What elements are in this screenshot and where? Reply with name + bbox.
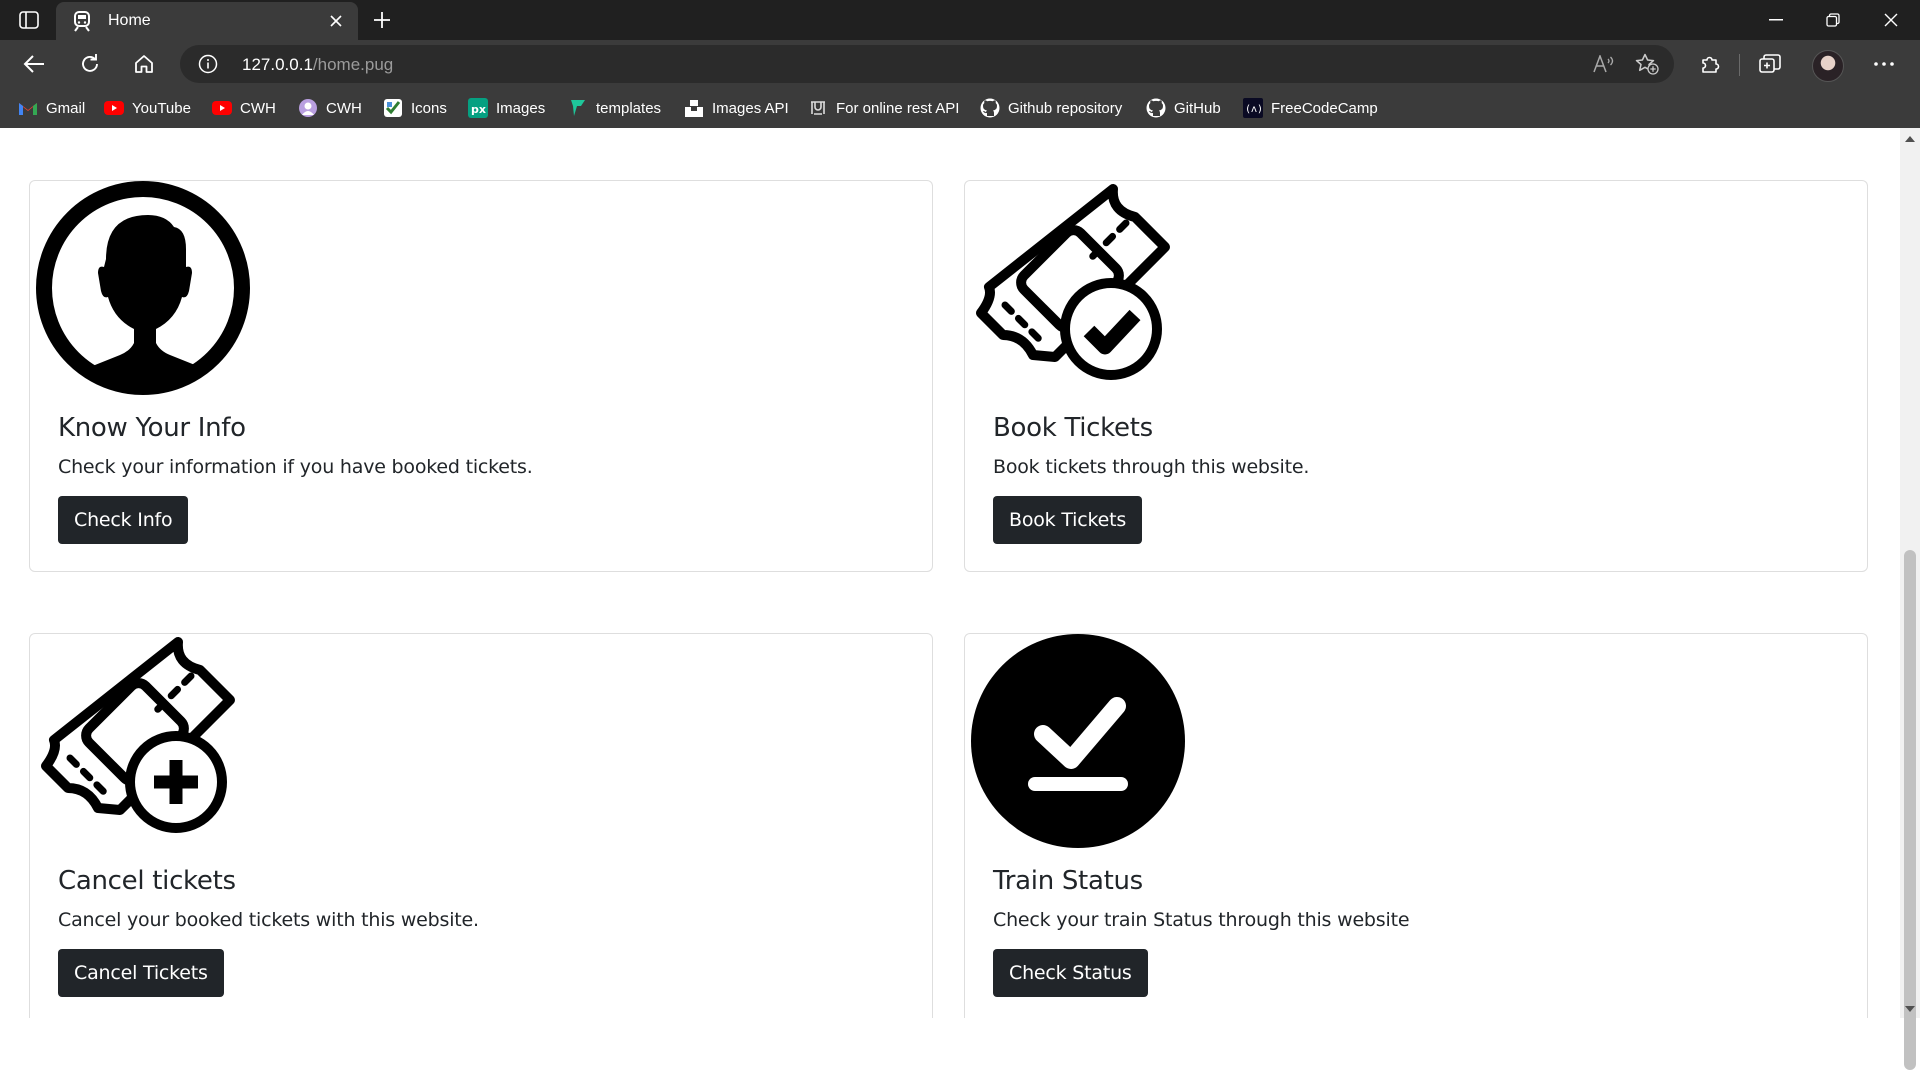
bookmark-label: Images API	[712, 99, 789, 117]
bookmark-label: Images	[496, 99, 546, 117]
bookmark-label: FreeCodeCamp	[1271, 99, 1378, 117]
bookmark-label: YouTube	[132, 99, 191, 117]
book-tickets-button[interactable]: Book Tickets	[993, 496, 1143, 544]
browser-toolbar: 127.0.0.1/home.pug	[0, 40, 1920, 88]
bookmark-templates[interactable]: templates	[568, 96, 661, 120]
card-know-your-info: Know Your Info Check your information if…	[29, 180, 933, 572]
card-title: Train Status	[993, 866, 1143, 896]
status-check-icon	[971, 634, 1185, 848]
more-options-icon[interactable]	[1866, 48, 1902, 80]
url-host: 127.0.0.1	[242, 55, 313, 74]
collections-icon[interactable]	[1752, 48, 1788, 80]
check-info-button[interactable]: Check Info	[58, 496, 189, 544]
rest-api-icon	[808, 98, 828, 118]
card-book-tickets: Book Tickets Book tickets through this w…	[964, 180, 1868, 572]
tab-home[interactable]: Home	[56, 2, 358, 40]
tab-title: Home	[108, 12, 151, 29]
gmail-icon	[18, 98, 38, 118]
card-cancel-tickets: Cancel tickets Cancel your booked ticket…	[29, 633, 933, 1018]
bookmark-label: GitHub	[1174, 99, 1221, 117]
bookmark-images[interactable]: px Images	[468, 96, 545, 120]
close-tab-icon[interactable]	[326, 11, 346, 31]
card-title: Cancel tickets	[58, 866, 236, 896]
site-info-icon[interactable]	[198, 54, 218, 74]
svg-text:px: px	[471, 103, 486, 116]
ticket-check-icon	[976, 184, 1170, 380]
check-status-button[interactable]: Check Status	[993, 949, 1148, 997]
github-icon	[980, 98, 1000, 118]
read-aloud-icon[interactable]	[1592, 53, 1616, 75]
toolbar-divider	[1739, 54, 1740, 76]
pexels-icon: px	[468, 98, 488, 118]
new-tab-icon[interactable]	[368, 6, 396, 34]
card-text: Check your information if you have booke…	[58, 456, 533, 478]
ticket-add-icon	[41, 637, 235, 833]
add-favorite-icon[interactable]	[1634, 52, 1660, 76]
extensions-icon[interactable]	[1692, 48, 1728, 80]
home-icon[interactable]	[126, 48, 162, 80]
freecodecamp-icon: (ʌ)	[1243, 98, 1263, 118]
cwh-icon	[298, 98, 318, 118]
icons-site-icon	[383, 98, 403, 118]
bookmarks-bar: Gmail YouTube CWH CWH Icons px Images te…	[0, 88, 1920, 128]
tab-actions-icon[interactable]	[14, 8, 44, 32]
github-icon	[1146, 98, 1166, 118]
bookmark-gmail[interactable]: Gmail	[18, 96, 85, 120]
bookmark-label: Github repository	[1008, 99, 1123, 117]
user-profile-icon	[36, 181, 250, 395]
minimize-icon[interactable]	[1753, 0, 1799, 40]
card-title: Book Tickets	[993, 413, 1153, 443]
close-window-icon[interactable]	[1868, 0, 1914, 40]
templates-icon	[568, 98, 588, 118]
bookmark-github-repository[interactable]: Github repository	[980, 96, 1122, 120]
page-scrollbar[interactable]	[1900, 128, 1920, 1070]
bookmark-rest-api[interactable]: For online rest API	[808, 96, 959, 120]
card-train-status: Train Status Check your train Status thr…	[964, 633, 1868, 1018]
bookmark-youtube[interactable]: YouTube	[104, 96, 191, 120]
bookmark-label: For online rest API	[836, 99, 960, 117]
url-path: /home.pug	[312, 55, 394, 74]
scroll-down-arrow-icon[interactable]	[1905, 1006, 1915, 1012]
bookmark-label: Gmail	[46, 99, 86, 117]
scroll-up-arrow-icon[interactable]	[1905, 136, 1915, 142]
refresh-icon[interactable]	[72, 48, 108, 80]
tab-strip: Home	[0, 0, 1920, 40]
bookmark-label: CWH	[240, 99, 276, 117]
train-favicon-icon	[70, 9, 94, 33]
card-title: Know Your Info	[58, 413, 246, 443]
profile-avatar[interactable]	[1812, 50, 1844, 82]
unsplash-icon	[684, 98, 704, 118]
bookmark-images-api[interactable]: Images API	[684, 96, 789, 120]
card-text: Cancel your booked tickets with this web…	[58, 909, 479, 931]
youtube-icon	[104, 98, 124, 118]
svg-text:(ʌ): (ʌ)	[1245, 104, 1263, 115]
bookmark-github[interactable]: GitHub	[1146, 96, 1221, 120]
url-text[interactable]: 127.0.0.1/home.pug	[242, 55, 393, 75]
bookmark-cwh-2[interactable]: CWH	[298, 96, 362, 120]
card-text: Check your train Status through this web…	[993, 909, 1410, 931]
bookmark-label: CWH	[326, 99, 362, 117]
cancel-tickets-button[interactable]: Cancel Tickets	[58, 949, 224, 997]
bookmark-label: templates	[596, 99, 662, 117]
scrollbar-thumb[interactable]	[1904, 550, 1916, 1070]
bookmark-cwh[interactable]: CWH	[212, 96, 276, 120]
restore-icon[interactable]	[1810, 0, 1856, 40]
page-viewport: Know Your Info Check your information if…	[0, 128, 1900, 1018]
youtube-icon	[212, 98, 232, 118]
bookmark-label: Icons	[411, 99, 447, 117]
address-bar[interactable]: 127.0.0.1/home.pug	[180, 45, 1674, 83]
back-arrow-icon[interactable]	[16, 48, 52, 80]
bookmark-icons[interactable]: Icons	[383, 96, 447, 120]
card-text: Book tickets through this website.	[993, 456, 1310, 478]
browser-chrome: Home 127.0.0.1/home.pug Gmail YouTube CW…	[0, 0, 1920, 128]
bookmark-freecodecamp[interactable]: (ʌ) FreeCodeCamp	[1243, 96, 1378, 120]
